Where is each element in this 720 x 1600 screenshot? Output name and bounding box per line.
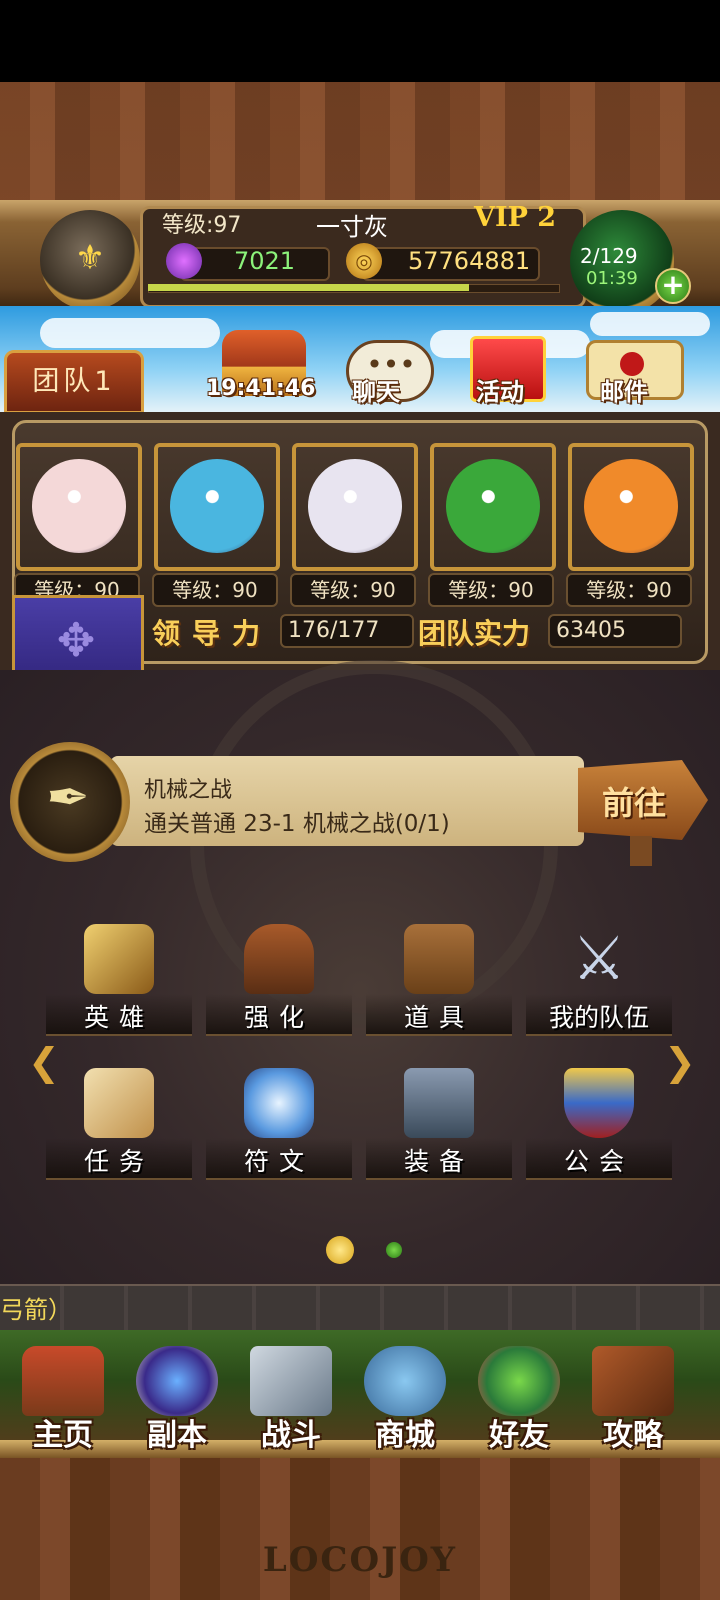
nav-label: 商城 <box>375 1418 435 1453</box>
guild-shield-icon <box>564 1068 634 1138</box>
nav-label: 攻略 <box>603 1418 663 1453</box>
hero-level-3: 等级：90 <box>290 573 416 607</box>
hero-portrait <box>308 459 402 553</box>
quest-description: 通关普通 23-1 机械之战(0/1) <box>144 811 450 837</box>
hero-card-2[interactable] <box>154 443 280 571</box>
nav-label: 副本 <box>147 1418 207 1453</box>
rune-stone-icon <box>244 1068 314 1138</box>
menu-label: 任务 <box>83 1147 154 1176</box>
cloud <box>40 318 220 348</box>
menu-label: 符文 <box>243 1147 314 1176</box>
leadership-value: 176/177 <box>280 614 414 648</box>
menu-items[interactable]: 道具 <box>360 924 512 1054</box>
gem-value: 7021 <box>234 247 296 275</box>
player-name: 一寸灰 <box>316 213 388 241</box>
leadership-label: 领导力 <box>152 617 273 650</box>
team-power-value: 63405 <box>548 614 682 648</box>
menu-label: 我的队伍 <box>548 1003 649 1032</box>
nav-label: 主页 <box>33 1418 93 1453</box>
chat-button-label[interactable]: 聊天 <box>352 372 400 407</box>
mail-button-label[interactable]: 邮件 <box>600 372 648 407</box>
menu-label: 道具 <box>403 1003 474 1032</box>
go-button-label[interactable]: 前往 <box>602 778 666 824</box>
hero-portrait <box>170 459 264 553</box>
gem-icon <box>166 243 202 279</box>
nav-guide[interactable]: 攻略 <box>578 1340 688 1453</box>
quill-icon: ✒ <box>46 768 90 828</box>
scroll-task-icon <box>84 1068 154 1138</box>
page-right-arrow-icon[interactable]: ❯ <box>664 1040 696 1084</box>
cloud <box>590 312 710 336</box>
hero-portrait <box>32 459 126 553</box>
activity-button-label[interactable]: 活动 <box>476 372 524 407</box>
nav-label: 好友 <box>489 1418 549 1453</box>
nav-friends[interactable]: 好友 <box>464 1340 574 1453</box>
menu-enhance[interactable]: 强化 <box>200 924 352 1054</box>
page-left-arrow-icon[interactable]: ❮ <box>28 1040 60 1084</box>
brand-logo: LOCOJOY <box>262 1540 458 1580</box>
menu-label: 公会 <box>563 1147 634 1176</box>
nav-dungeon[interactable]: 副本 <box>122 1340 232 1453</box>
forge-icon <box>244 924 314 994</box>
menu-label: 英雄 <box>83 1003 154 1032</box>
chest-timer: 19:41:46 <box>206 376 316 401</box>
hero-card-5[interactable] <box>568 443 694 571</box>
house-icon <box>22 1346 104 1416</box>
stamina-timer: 01:39 <box>586 268 638 289</box>
nav-shop[interactable]: 商城 <box>350 1340 460 1453</box>
experience-bar-fill <box>148 284 470 291</box>
hero-card-4[interactable] <box>430 443 556 571</box>
guide-book-icon <box>592 1346 674 1416</box>
team-tab[interactable]: 团队1 <box>4 350 144 414</box>
menu-guild[interactable]: 公会 <box>520 1068 672 1198</box>
menu-tasks[interactable]: 任务 <box>40 1068 192 1198</box>
announcement-text: 弓箭） <box>0 1296 72 1324</box>
page-indicator-active[interactable] <box>326 1236 354 1264</box>
shop-monster-icon <box>364 1346 446 1416</box>
menu-runes[interactable]: 符文 <box>200 1068 352 1198</box>
add-stamina-button[interactable]: + <box>655 268 691 304</box>
nav-home[interactable]: 主页 <box>8 1340 118 1453</box>
rank-chevron-icon: ⚜ <box>74 238 106 278</box>
player-level: 等级:97 <box>162 213 242 238</box>
hero-level-2: 等级：90 <box>152 573 278 607</box>
anvil-icon <box>404 1068 474 1138</box>
hero-portrait <box>446 459 540 553</box>
menu-equipment[interactable]: 装备 <box>360 1068 512 1198</box>
hero-card-3[interactable] <box>292 443 418 571</box>
wood-frame-top <box>0 82 720 202</box>
coin-icon: ◎ <box>346 243 382 279</box>
signpost-pole <box>630 836 652 866</box>
announcement-bar <box>0 1284 720 1332</box>
page-indicator[interactable] <box>386 1242 402 1258</box>
team-power-label: 团队实力 <box>418 617 531 650</box>
banner-emblem-icon: ✥ <box>56 613 96 667</box>
menu-my-team[interactable]: ⚔ 我的队伍 <box>520 924 672 1054</box>
hero-portrait <box>584 459 678 553</box>
status-bar-area <box>0 0 720 82</box>
menu-label: 装备 <box>403 1147 474 1176</box>
quest-title: 机械之战 <box>144 778 233 803</box>
hero-level-4: 等级：90 <box>428 573 554 607</box>
nav-label: 战斗 <box>261 1418 321 1453</box>
vip-badge[interactable]: VIP 2 <box>474 202 556 233</box>
coin-value: 57764881 <box>408 247 531 275</box>
menu-heroes[interactable]: 英雄 <box>40 924 192 1054</box>
menu-label: 强化 <box>243 1003 314 1032</box>
stamina-count: 2/129 <box>580 244 638 268</box>
hero-level-5: 等级：90 <box>566 573 692 607</box>
nav-battle[interactable]: 战斗 <box>236 1340 346 1453</box>
crossed-swords-icon: ⚔ <box>572 924 626 994</box>
skull-portal-icon <box>136 1346 218 1416</box>
friends-icon <box>478 1346 560 1416</box>
battle-weapons-icon <box>250 1346 332 1416</box>
hero-card-1[interactable] <box>16 443 142 571</box>
backpack-icon <box>404 924 474 994</box>
hero-book-icon <box>84 924 154 994</box>
